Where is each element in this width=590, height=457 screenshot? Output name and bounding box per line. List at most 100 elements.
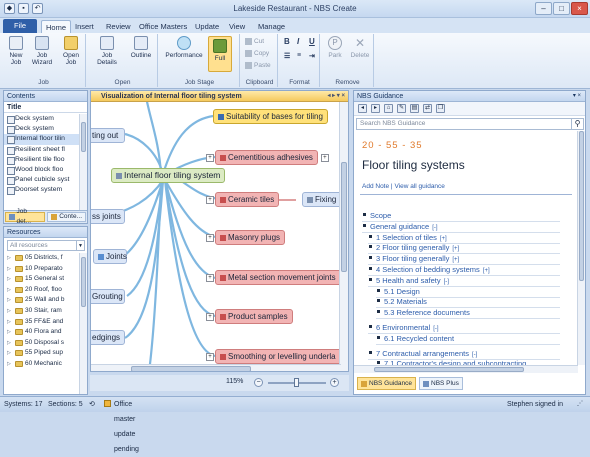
tab-review[interactable]: Review	[102, 20, 135, 33]
guidance-item[interactable]: 7 Contractual arrangements [-]	[369, 349, 477, 358]
guidance-item[interactable]: 5.1 Design	[377, 287, 420, 296]
expand-icon[interactable]: +	[206, 274, 214, 282]
expand-icon[interactable]: +	[320, 154, 329, 162]
mind-map-canvas[interactable]: ting out ss joints Joints Grouting edgin…	[91, 102, 341, 364]
job-details-button[interactable]: Job Details	[92, 36, 122, 66]
guidance-item[interactable]: 5.2 Materials	[377, 297, 427, 306]
tab-nbs-guidance[interactable]: NBS Guidance	[357, 377, 416, 390]
expand-icon[interactable]: +	[206, 234, 214, 242]
cut-button[interactable]: Cut	[245, 38, 264, 45]
guidance-item[interactable]: Scope	[363, 211, 391, 220]
guidance-item[interactable]: 3 Floor tiling generally [+]	[369, 254, 459, 263]
guidance-horizontal-scrollbar[interactable]	[354, 365, 578, 373]
performance-button[interactable]: Performance	[164, 36, 204, 59]
resource-item[interactable]: ▷ 15 General st	[4, 274, 80, 285]
contents-item[interactable]: Panel cubicle syst	[4, 175, 80, 186]
expand-toggle[interactable]: [-]	[433, 326, 438, 332]
search-icon[interactable]: ⚲	[572, 118, 584, 130]
delete-button[interactable]: ✕ Delete	[348, 36, 372, 59]
resource-item[interactable]: ▷ 30 Stair, ram	[4, 306, 80, 317]
guidance-item[interactable]: 5 Health and safety [-]	[369, 276, 449, 285]
mind-map-node-masonry-plugs[interactable]: Masonry plugs +	[206, 230, 286, 245]
expand-toggle[interactable]: [+]	[483, 268, 490, 274]
mind-map-node-edgings[interactable]: edgings	[91, 330, 125, 345]
guidance-item[interactable]: 6.1 Recycled content	[377, 334, 454, 343]
contents-item[interactable]: Deck system	[4, 124, 80, 135]
expand-icon[interactable]: ▷	[7, 285, 11, 295]
print-icon[interactable]: ▤	[410, 104, 419, 113]
mind-map-node-setting-out[interactable]: ting out	[91, 128, 125, 143]
resource-item[interactable]: ▷ 40 Flora and	[4, 327, 80, 338]
refresh-icon[interactable]: ⟲	[89, 397, 95, 412]
visualization-horizontal-scrollbar[interactable]	[91, 364, 341, 371]
contents-item[interactable]: Resilient sheet fl	[4, 145, 80, 155]
panel-controls[interactable]: ▾ ×	[573, 91, 581, 102]
mind-map-node-metal-section[interactable]: Metal section movement joints +	[206, 270, 341, 285]
expand-icon[interactable]: ▷	[7, 317, 11, 327]
minimize-button[interactable]: –	[535, 2, 552, 15]
expand-toggle[interactable]: [+]	[452, 257, 459, 263]
visualization-vertical-scrollbar[interactable]	[339, 102, 348, 371]
update-pending-status[interactable]: Office master update pending	[104, 397, 139, 453]
full-button[interactable]: Full	[208, 36, 232, 72]
outline-button[interactable]: Outline	[128, 36, 154, 59]
expand-toggle[interactable]: [-]	[472, 352, 477, 358]
indent-icon[interactable]: ⇥	[309, 52, 315, 60]
tab-view[interactable]: View	[225, 20, 249, 33]
tab-nbs-plus[interactable]: NBS Plus	[419, 377, 463, 390]
expand-toggle[interactable]: [+]	[440, 236, 447, 242]
home-icon[interactable]: ⌂	[384, 104, 393, 113]
expand-toggle[interactable]: [-]	[432, 225, 437, 231]
resource-item[interactable]: ▷ 60 Mechanic	[4, 359, 80, 370]
mind-map-central-node[interactable]: Internal floor tiling system	[111, 168, 226, 183]
close-button[interactable]: ×	[571, 2, 588, 15]
expand-toggle[interactable]: [+]	[452, 246, 459, 252]
contents-scrollbar[interactable]	[79, 114, 87, 210]
resources-scrollbar[interactable]	[79, 253, 87, 394]
expand-icon[interactable]: ▷	[7, 253, 11, 263]
panel-controls[interactable]: ◂ ▸ ▾ ×	[327, 91, 345, 102]
sync-icon[interactable]: ⇄	[423, 104, 432, 113]
expand-icon[interactable]: ▷	[7, 348, 11, 358]
open-job-button[interactable]: Open Job	[58, 36, 84, 66]
mind-map-node-adhesives[interactable]: Cementitious adhesives + +	[206, 150, 329, 165]
contents-item[interactable]: Doorset system	[4, 185, 80, 196]
resource-item[interactable]: ▷ 50 Disposal s	[4, 338, 80, 349]
forward-icon[interactable]: ▸	[371, 104, 380, 113]
tab-office-masters[interactable]: Office Masters	[135, 20, 191, 33]
title-column-header[interactable]: Title	[4, 102, 87, 113]
resize-grip-icon[interactable]: ⋰	[577, 397, 583, 412]
copy-icon[interactable]: ❐	[436, 104, 445, 113]
file-tab[interactable]: File	[3, 19, 37, 33]
expand-icon[interactable]: ▷	[7, 274, 11, 284]
guidance-search-input[interactable]: Search NBS Guidance	[356, 118, 572, 130]
resource-item[interactable]: ▷ 25 Wall and b	[4, 295, 80, 306]
add-note-link[interactable]: Add Note	[362, 183, 389, 190]
guidance-item[interactable]: 5.3 Reference documents	[377, 308, 470, 317]
zoom-slider[interactable]	[268, 378, 326, 387]
zoom-slider-handle[interactable]	[294, 378, 299, 387]
guidance-vertical-scrollbar[interactable]	[577, 131, 585, 365]
paste-button[interactable]: Paste	[245, 62, 271, 69]
expand-icon[interactable]: ▷	[7, 359, 11, 369]
tab-home[interactable]: Home	[41, 20, 72, 33]
mind-map-node-product-samples[interactable]: Product samples +	[206, 309, 293, 324]
guidance-item[interactable]: 6 Environmental [-]	[369, 323, 439, 332]
chevron-down-icon[interactable]: ▼	[77, 240, 85, 251]
contents-item[interactable]: Internal floor tilin	[4, 134, 80, 145]
guidance-item[interactable]: 2 Floor tiling generally [+]	[369, 243, 459, 252]
job-wizard-button[interactable]: Job Wizard	[30, 36, 54, 66]
italic-button[interactable]: I	[297, 37, 299, 46]
mind-map-node-movement-joints[interactable]: ss joints	[91, 209, 125, 224]
guidance-item[interactable]: 1 Selection of tiles [+]	[369, 233, 447, 242]
bookmark-icon[interactable]: ✎	[397, 104, 406, 113]
mind-map-node-smoothing[interactable]: Smoothing or levelling underla +	[206, 349, 341, 364]
bullet-list-icon[interactable]: ☰	[284, 52, 290, 60]
resources-filter-select[interactable]: All resources	[7, 240, 77, 251]
tab-update[interactable]: Update	[191, 20, 223, 33]
tab-job-details[interactable]: Job det...	[5, 208, 46, 225]
expand-icon[interactable]: +	[206, 353, 214, 361]
contents-item[interactable]: Deck system	[4, 114, 80, 125]
expand-icon[interactable]: +	[206, 154, 214, 162]
resource-item[interactable]: ▷ 10 Preparato	[4, 264, 80, 275]
